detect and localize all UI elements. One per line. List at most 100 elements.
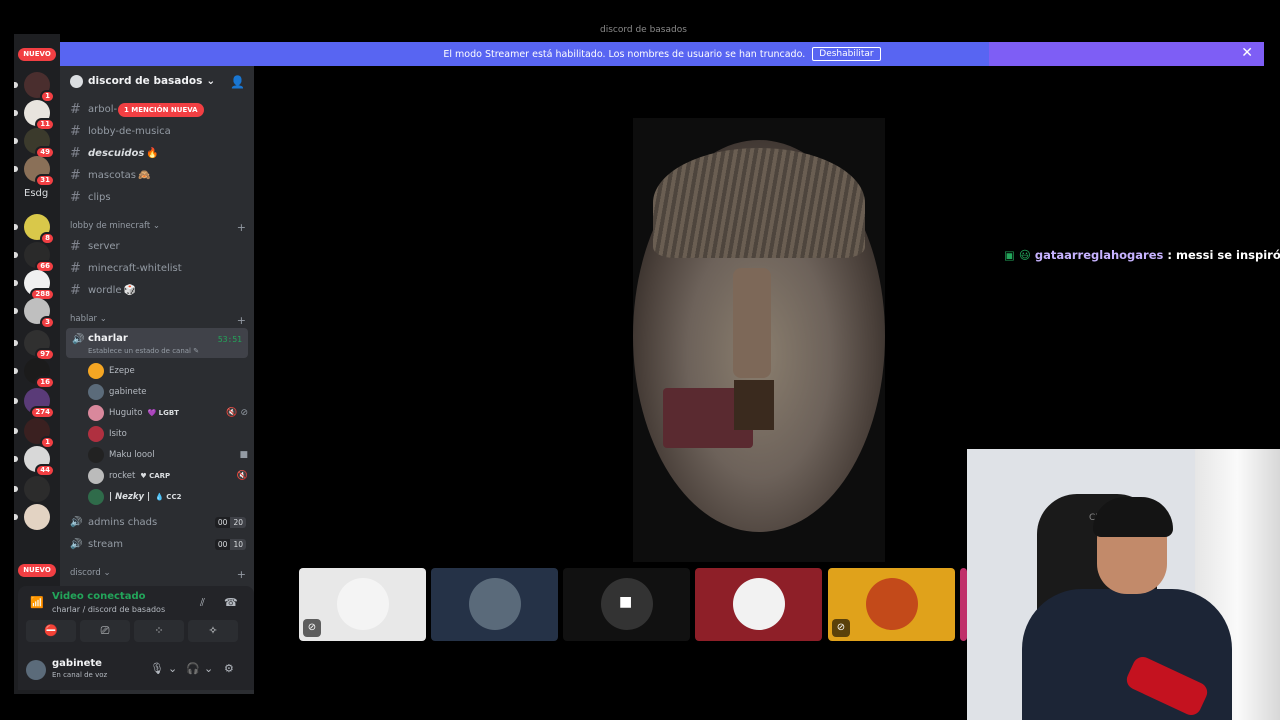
voice-channel[interactable]: 🔊 stream 00 10 <box>70 534 246 554</box>
server-mention-badge: 44 <box>35 464 55 477</box>
participant-tile[interactable]: ■ <box>563 568 690 641</box>
disable-streamer-button[interactable]: Deshabilitar <box>812 47 881 61</box>
voice-channel-charlar[interactable]: 🔊 charlar Establece un estado de canal ✎… <box>66 328 248 358</box>
unread-pill <box>14 514 18 520</box>
voice-user-count: 00 10 <box>214 538 246 550</box>
unread-pill <box>14 456 18 462</box>
signal-icon[interactable]: 📶 <box>30 596 44 609</box>
server-icon[interactable]: 97 <box>14 330 55 361</box>
server-icon[interactable]: 66 <box>14 242 55 273</box>
text-channel[interactable]: # lobby-de-musica <box>70 121 248 141</box>
server-icon[interactable]: 49 <box>14 128 55 159</box>
text-channel[interactable]: # clips <box>70 187 248 207</box>
server-icon[interactable] <box>14 476 50 502</box>
user-tag: 💜 LGBT <box>147 409 179 417</box>
plus-icon[interactable]: + <box>237 221 246 234</box>
headphones-icon[interactable]: 🎧 <box>186 662 200 675</box>
participant-tile[interactable]: ⊘ <box>828 568 955 641</box>
voice-user[interactable]: rocket ♥ CARP 🔇 <box>88 467 248 485</box>
channel-name: server <box>88 240 120 252</box>
voice-channel[interactable]: 🔊 admins chads 00 20 <box>70 512 246 532</box>
category-label: discord ⌄ <box>70 568 111 578</box>
participant-tile[interactable] <box>695 568 822 641</box>
disconnect-icon[interactable]: ☎ <box>224 596 238 609</box>
server-mention-badge: 31 <box>35 174 55 187</box>
server-icon[interactable]: 1 <box>14 418 55 449</box>
unread-pill <box>14 398 18 404</box>
gear-icon[interactable]: ⚙ <box>224 662 234 675</box>
voice-channel-name: charlar <box>88 333 128 344</box>
server-icon[interactable]: 8 <box>14 214 55 245</box>
voice-user-name: Maku loool <box>109 450 155 460</box>
text-channel[interactable]: # descuidos 🔥 <box>70 143 248 163</box>
server-header[interactable]: discord de basados ⌄ 👤 <box>60 66 254 96</box>
server-icon[interactable]: 11 <box>14 100 55 131</box>
screen-share-icon[interactable]: ⎚ <box>80 620 130 642</box>
camera-off-icon[interactable]: ⛔ <box>26 620 76 642</box>
server-icon[interactable]: 288 <box>14 270 55 301</box>
server-icon[interactable]: 274 <box>14 388 55 419</box>
chat-username: gataarreglahogares <box>1034 248 1164 262</box>
avatar <box>88 468 104 484</box>
server-icon[interactable]: 16 <box>14 358 55 389</box>
user-limit: 10 <box>230 538 246 550</box>
hash-icon: # <box>70 282 81 298</box>
server-icon[interactable] <box>14 504 50 530</box>
channel-name: descuidos <box>88 147 145 159</box>
server-name: discord de basados <box>88 75 203 87</box>
hash-icon: # <box>70 260 81 276</box>
user-tag: ♥ CARP <box>140 472 171 480</box>
plus-icon[interactable]: + <box>237 568 246 581</box>
category-header[interactable]: discord ⌄ + <box>70 568 246 581</box>
hash-icon: # <box>70 123 81 139</box>
connection-subtitle[interactable]: charlar / discord de basados <box>52 605 165 614</box>
category-header[interactable]: lobby de minecraft ⌄ + <box>70 221 246 234</box>
channel-emoji: 🙈 <box>137 169 151 181</box>
voice-user[interactable]: Maku loool ■ <box>88 446 248 464</box>
voice-user[interactable]: gabinete <box>88 383 248 401</box>
voice-user[interactable]: Ezepe <box>88 362 248 380</box>
channel-name: minecraft-whitelist <box>88 262 182 274</box>
server-folder-label[interactable]: Esdg <box>24 188 48 199</box>
webcam-overlay: CR <box>967 449 1280 720</box>
server-icon[interactable]: 31 <box>14 156 55 187</box>
text-channel[interactable]: # wordle 🎲 <box>70 280 248 300</box>
hash-icon: # <box>70 167 81 183</box>
streamer-mode-banner: El modo Streamer está habilitado. Los no… <box>60 42 1264 66</box>
invite-members-icon[interactable]: 👤 <box>230 75 245 89</box>
channel-status[interactable]: Establece un estado de canal ✎ <box>88 347 199 355</box>
voice-user[interactable]: Isito <box>88 425 248 443</box>
banner-fade <box>989 42 1264 66</box>
soundboard-icon[interactable]: ✧ <box>188 620 238 642</box>
server-icon[interactable]: 3 <box>14 298 55 329</box>
main-video-stream[interactable] <box>633 118 885 562</box>
voice-user-count: 00 20 <box>214 516 246 528</box>
chevron-down-icon[interactable]: ⌄ <box>204 662 213 675</box>
participant-tile[interactable] <box>431 568 558 641</box>
channel-emoji: 🎲 <box>123 284 136 296</box>
noise-suppression-icon[interactable]: ⫽ <box>200 596 205 610</box>
text-channel[interactable]: # minecraft-whitelist <box>70 258 248 278</box>
avatar[interactable] <box>26 660 46 680</box>
chevron-down-icon[interactable]: ⌄ <box>168 662 177 675</box>
unread-pill <box>14 224 18 230</box>
server-icon[interactable]: 1 <box>14 72 55 103</box>
banner-close-icon[interactable]: ✕ <box>1241 45 1253 61</box>
voice-user[interactable]: Huguito 💜 LGBT 🔇 ⊘ <box>88 404 248 422</box>
server-icon[interactable]: 44 <box>14 446 55 477</box>
activities-icon[interactable]: ⁘ <box>134 620 184 642</box>
user-tag: 💧 CC2 <box>155 493 182 501</box>
text-channel[interactable]: # server <box>70 236 248 256</box>
new-mention-badge[interactable]: 1 MENCIÓN NUEVA <box>118 103 204 117</box>
plus-icon[interactable]: + <box>237 314 246 327</box>
user-limit: 20 <box>230 516 246 528</box>
microphone-icon[interactable]: 🎙 <box>150 662 164 675</box>
voice-user[interactable]: | Nezky | 💧 CC2 <box>88 488 248 506</box>
text-channel[interactable]: # mascotas 🙈 <box>70 165 248 185</box>
category-header[interactable]: hablar ⌄ + <box>70 314 246 327</box>
chat-message: : messi se inspiró en e <box>1167 248 1280 262</box>
camera-icon: ■ <box>619 594 633 610</box>
participant-tile-partial[interactable] <box>960 568 967 641</box>
unread-pill <box>14 280 18 286</box>
participant-tile[interactable]: ⊘ <box>299 568 426 641</box>
